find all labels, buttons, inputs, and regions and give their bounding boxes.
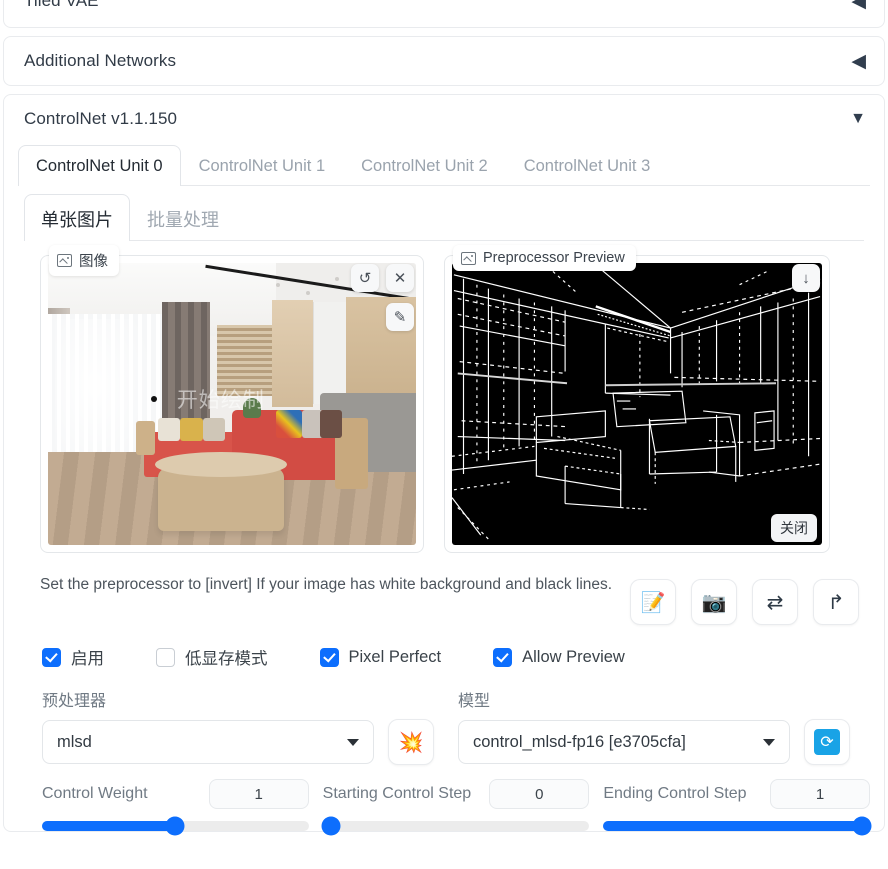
slider-control-weight: Control Weight 1 <box>42 779 309 836</box>
source-image-tag: 图像 <box>49 245 119 276</box>
slider-ending-control-step: Ending Control Step 1 <box>603 779 872 836</box>
panel-controlnet-header[interactable]: ControlNet v1.1.150 ▼ <box>4 95 884 143</box>
preprocessor-preview-tag-label: Preprocessor Preview <box>483 250 625 266</box>
image-row: 图像 开始绘制 ↺ ✕ ✎ Preprocessor Preview ↓ 关闭 <box>4 241 884 563</box>
preprocessor-hint-text: Set the preprocessor to [invert] If your… <box>40 576 613 593</box>
mode-tabs: 单张图片 批量处理 <box>16 194 872 242</box>
checkbox-pixel-perfect-box[interactable] <box>319 647 339 667</box>
slider-ending-control-step-label: Ending Control Step <box>603 785 747 802</box>
checkbox-low-vram-box[interactable] <box>156 647 175 667</box>
download-icon[interactable]: ↓ <box>792 264 820 292</box>
slider-starting-control-step-track[interactable] <box>321 816 590 836</box>
checkbox-allow-preview-label: Allow Preview <box>522 647 625 666</box>
tab-controlnet-unit-3[interactable]: ControlNet Unit 3 <box>506 145 669 186</box>
room-photo: 开始绘制 <box>48 263 416 545</box>
edit-note-button[interactable]: 📝 <box>630 579 676 625</box>
panel-controlnet-title: ControlNet v1.1.150 <box>24 109 178 128</box>
panel-controlnet: ControlNet v1.1.150 ▼ ControlNet Unit 0 … <box>3 94 885 836</box>
mlsd-svg <box>452 264 821 542</box>
send-arrow-button[interactable]: ↱ <box>813 579 859 625</box>
action-button-group: 📝 📷 ⇄ ↱ <box>630 571 859 625</box>
refresh-icon: ⟳ <box>814 729 840 755</box>
panel-tiled-vae-title: Tiled VAE <box>24 0 99 10</box>
checkbox-enable-box[interactable] <box>42 647 61 667</box>
slider-ending-control-step-track[interactable] <box>603 816 872 836</box>
tab-batch-process[interactable]: 批量处理 <box>130 194 236 241</box>
hint-row: Set the preprocessor to [invert] If your… <box>4 563 884 627</box>
model-line: control_mlsd-fp16 [e3705cfa] ⟳ <box>458 719 850 765</box>
preprocessor-value: mlsd <box>57 732 92 751</box>
checkbox-pixel-perfect-label: Pixel Perfect <box>348 647 442 666</box>
preview-close-button[interactable]: 关闭 <box>771 514 817 542</box>
checkbox-allow-preview-box[interactable] <box>493 647 513 667</box>
slider-control-weight-label: Control Weight <box>42 785 148 802</box>
panel-tiled-vae[interactable]: Tiled VAE ◀ <box>3 0 885 28</box>
checkbox-pixel-perfect[interactable]: Pixel Perfect <box>319 647 442 667</box>
preprocessor-label: 预处理器 <box>42 693 107 710</box>
controlnet-unit-tabs: ControlNet Unit 0 ControlNet Unit 1 Cont… <box>4 145 884 187</box>
source-image-card[interactable]: 图像 开始绘制 ↺ ✕ ✎ <box>40 245 424 553</box>
preprocessor-select[interactable]: mlsd <box>42 720 374 764</box>
refresh-models-button[interactable]: ⟳ <box>804 719 850 765</box>
options-checkbox-row: 启用 低显存模式 Pixel Perfect Allow Preview <box>4 627 884 675</box>
pen-icon[interactable]: ✎ <box>386 303 414 331</box>
mode-tabs-wrapper: 单张图片 批量处理 <box>4 186 884 242</box>
panel-tiled-vae-header[interactable]: Tiled VAE ◀ <box>4 0 884 25</box>
slider-starting-control-step-label: Starting Control Step <box>322 785 472 802</box>
slider-ending-control-step-value[interactable]: 1 <box>770 779 871 809</box>
panel-additional-networks-title: Additional Networks <box>24 51 177 70</box>
image-marker-dot <box>151 395 158 402</box>
slider-starting-control-step-value[interactable]: 0 <box>489 779 590 809</box>
preprocessor-preview-image[interactable] <box>452 263 822 545</box>
preprocessor-preview-tag: Preprocessor Preview <box>453 245 636 271</box>
checkbox-low-vram-label: 低显存模式 <box>185 650 268 668</box>
mlsd-line-render <box>452 263 822 545</box>
model-group: 模型 control_mlsd-fp16 [e3705cfa] ⟳ <box>458 687 850 765</box>
checkbox-enable[interactable]: 启用 <box>42 645 104 669</box>
tab-single-image[interactable]: 单张图片 <box>24 194 130 242</box>
model-select[interactable]: control_mlsd-fp16 [e3705cfa] <box>458 720 790 764</box>
camera-button[interactable]: 📷 <box>691 579 737 625</box>
controlnet-page: Tiled VAE ◀ Additional Networks ◀ Contro… <box>0 0 888 843</box>
model-label: 模型 <box>458 693 491 710</box>
slider-control-weight-track[interactable] <box>42 816 309 836</box>
tab-controlnet-unit-0[interactable]: ControlNet Unit 0 <box>18 145 181 187</box>
panel-additional-networks-header[interactable]: Additional Networks ◀ <box>4 37 884 85</box>
preprocessor-preview-card[interactable]: Preprocessor Preview ↓ 关闭 <box>444 245 830 553</box>
close-icon[interactable]: ✕ <box>386 264 414 292</box>
slider-starting-control-step: Starting Control Step 0 <box>321 779 590 836</box>
image-watermark: 开始绘制 <box>176 388 265 413</box>
checkbox-enable-label: 启用 <box>71 650 104 668</box>
select-row: 预处理器 mlsd 💥 模型 control_mlsd-fp16 [e3705c… <box>4 675 884 765</box>
panel-additional-networks[interactable]: Additional Networks ◀ <box>3 36 885 86</box>
source-image-tag-label: 图像 <box>79 254 108 270</box>
run-preprocessor-button[interactable]: 💥 <box>388 719 434 765</box>
tab-controlnet-unit-2[interactable]: ControlNet Unit 2 <box>343 145 506 186</box>
checkbox-allow-preview[interactable]: Allow Preview <box>493 647 625 667</box>
source-image[interactable]: 开始绘制 <box>48 263 416 545</box>
tab-controlnet-unit-1[interactable]: ControlNet Unit 1 <box>181 145 344 186</box>
checkbox-low-vram[interactable]: 低显存模式 <box>156 645 268 669</box>
preprocessor-line: mlsd 💥 <box>42 719 434 765</box>
slider-area: Control Weight 1 Starting Control Step 0 <box>4 765 884 836</box>
down-triangle-icon[interactable]: ▼ <box>850 111 866 127</box>
undo-icon[interactable]: ↺ <box>351 264 379 292</box>
chevron-down-icon[interactable] <box>347 738 359 746</box>
chevron-down-icon[interactable] <box>763 738 775 746</box>
left-triangle-icon[interactable]: ◀ <box>851 0 866 11</box>
swap-button[interactable]: ⇄ <box>752 579 798 625</box>
slider-control-weight-value[interactable]: 1 <box>208 779 309 809</box>
picture-icon <box>57 254 72 267</box>
model-value: control_mlsd-fp16 [e3705cfa] <box>473 732 686 751</box>
preprocessor-group: 预处理器 mlsd 💥 <box>42 687 434 765</box>
picture-icon <box>461 251 476 265</box>
left-triangle-icon[interactable]: ◀ <box>851 52 866 71</box>
source-image-corner-buttons: ↺ ✕ <box>351 264 414 292</box>
